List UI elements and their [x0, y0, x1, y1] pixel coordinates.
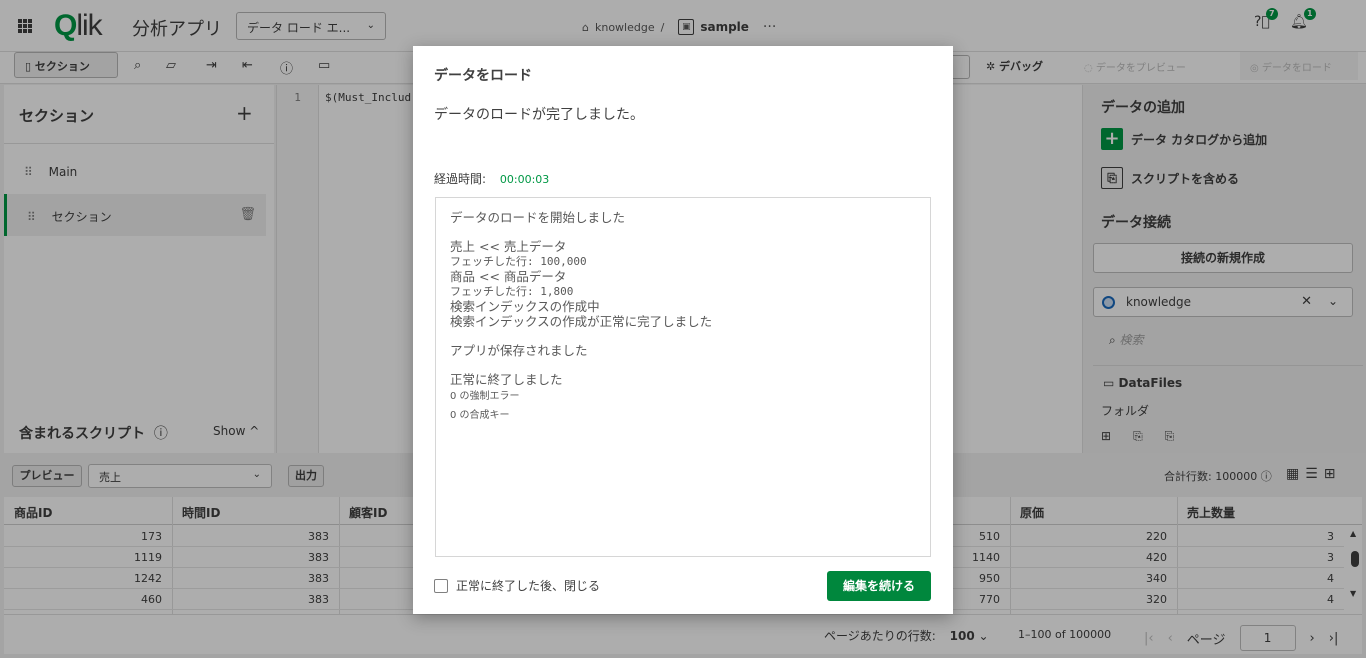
dialog-message: データのロードが完了しました。 [434, 107, 644, 123]
dialog-title: データをロード [434, 68, 532, 84]
elapsed-value: 00:00:03 [499, 173, 550, 186]
log-line: 検索インデックスの作成中 [450, 299, 600, 314]
log-synthetic-keys: 0 の合成キー [450, 410, 510, 421]
log-errors: 0 の強制エラー [450, 391, 520, 402]
log-line: 売上 << 売上データ [450, 239, 567, 254]
log-started: データのロードを開始しました [450, 210, 626, 225]
log-line: フェッチした行: 1,800 [450, 285, 574, 298]
checkbox[interactable] [434, 578, 448, 593]
elapsed-time: 経過時間: 00:00:03 [434, 170, 549, 187]
elapsed-label: 経過時間: [434, 172, 487, 186]
checkbox-label: 正常に終了した後、閉じる [456, 579, 601, 593]
load-log: データのロードを開始しました 売上 << 売上データ フェッチした行: 100,… [435, 197, 931, 557]
close-after-success-checkbox[interactable]: 正常に終了した後、閉じる [434, 577, 600, 594]
continue-editing-button[interactable]: 編集を続ける [827, 571, 931, 601]
log-line: 商品 << 商品データ [450, 269, 567, 284]
log-finished: 正常に終了しました [450, 372, 563, 387]
log-saved: アプリが保存されました [450, 343, 588, 358]
load-data-dialog: データをロード データのロードが完了しました。 経過時間: 00:00:03 デ… [413, 46, 953, 614]
log-line: 検索インデックスの作成が正常に完了しました [450, 314, 713, 329]
log-line: フェッチした行: 100,000 [450, 255, 587, 268]
